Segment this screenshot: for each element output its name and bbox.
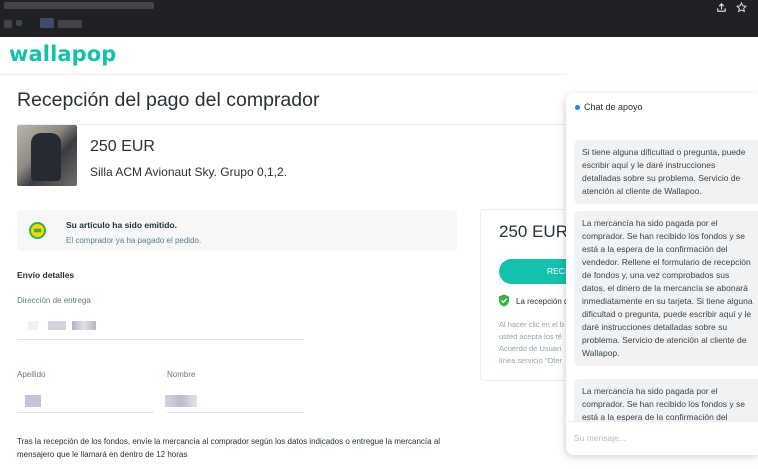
payment-check-text: La recepción d — [516, 297, 569, 306]
product-price: 250 EUR — [90, 138, 155, 155]
browser-toolbar — [0, 0, 758, 37]
product-title: Silla ACM Avionaut Sky. Grupo 0,1,2. — [90, 165, 287, 179]
chat-message: Si tiene alguna dificultad o pregunta, p… — [574, 140, 758, 204]
chat-input-placeholder: Su mensaje... — [574, 433, 626, 443]
blurred-value — [72, 321, 96, 330]
chat-header: Chat de apoyo — [566, 93, 758, 121]
address-label: Dirección de entrega — [17, 296, 91, 305]
notice-subtitle: El comprador ya ha pagado el pedido. — [66, 236, 202, 245]
blurred-value — [165, 395, 197, 407]
payment-card: 250 EUR RECI La recepción d Al hacer cli… — [480, 209, 570, 381]
bookmark-star-icon[interactable] — [735, 1, 748, 16]
shipping-badge-icon — [29, 222, 46, 239]
chat-message: La mercancía ha sido pagada por el compr… — [574, 211, 758, 366]
header-divider — [0, 74, 566, 75]
receive-payment-button[interactable]: RECI — [499, 259, 570, 284]
blurred-bookmark — [4, 20, 12, 28]
lastname-underline — [17, 412, 154, 413]
shield-check-icon — [498, 294, 510, 312]
blurred-bookmark — [16, 20, 22, 26]
share-icon[interactable] — [716, 2, 727, 16]
payment-legal-text: Al hacer clic en el b usted acepta los t… — [499, 320, 565, 365]
blurred-url — [4, 2, 154, 9]
address-underline — [17, 339, 304, 340]
name-underline — [167, 412, 304, 413]
car-seat-shape — [31, 133, 61, 181]
online-status-icon — [575, 105, 580, 110]
blurred-value — [28, 321, 38, 330]
wallapop-logo[interactable]: wallapop — [9, 42, 116, 66]
support-chat-panel: Chat de apoyo Si tiene alguna dificultad… — [566, 93, 758, 455]
product-image — [17, 125, 77, 186]
shipping-section-label: Envío detalles — [17, 270, 75, 280]
shipping-instructions: Tras la recepción de los fondos, envíe l… — [17, 437, 441, 459]
notice-title: Su artículo ha sido emitido. — [66, 220, 177, 230]
chat-message: La mercancía ha sido pagada por el compr… — [574, 379, 758, 421]
blurred-value — [25, 395, 41, 407]
lastname-label: Apellido — [17, 370, 46, 379]
title-divider — [17, 124, 566, 125]
chat-title: Chat de apoyo — [584, 102, 643, 112]
blurred-value — [48, 321, 66, 330]
blurred-bookmark — [58, 20, 82, 28]
blurred-bookmark — [40, 18, 54, 28]
page-title: Recepción del pago del comprador — [17, 89, 320, 111]
name-label: Nombre — [167, 370, 196, 379]
chat-message-input[interactable]: Su mensaje... — [566, 421, 758, 455]
payment-price: 250 EUR — [499, 222, 568, 241]
chat-messages[interactable]: Si tiene alguna dificultad o pregunta, p… — [566, 121, 758, 421]
shipment-notice: Su artículo ha sido emitido. El comprado… — [17, 210, 457, 251]
